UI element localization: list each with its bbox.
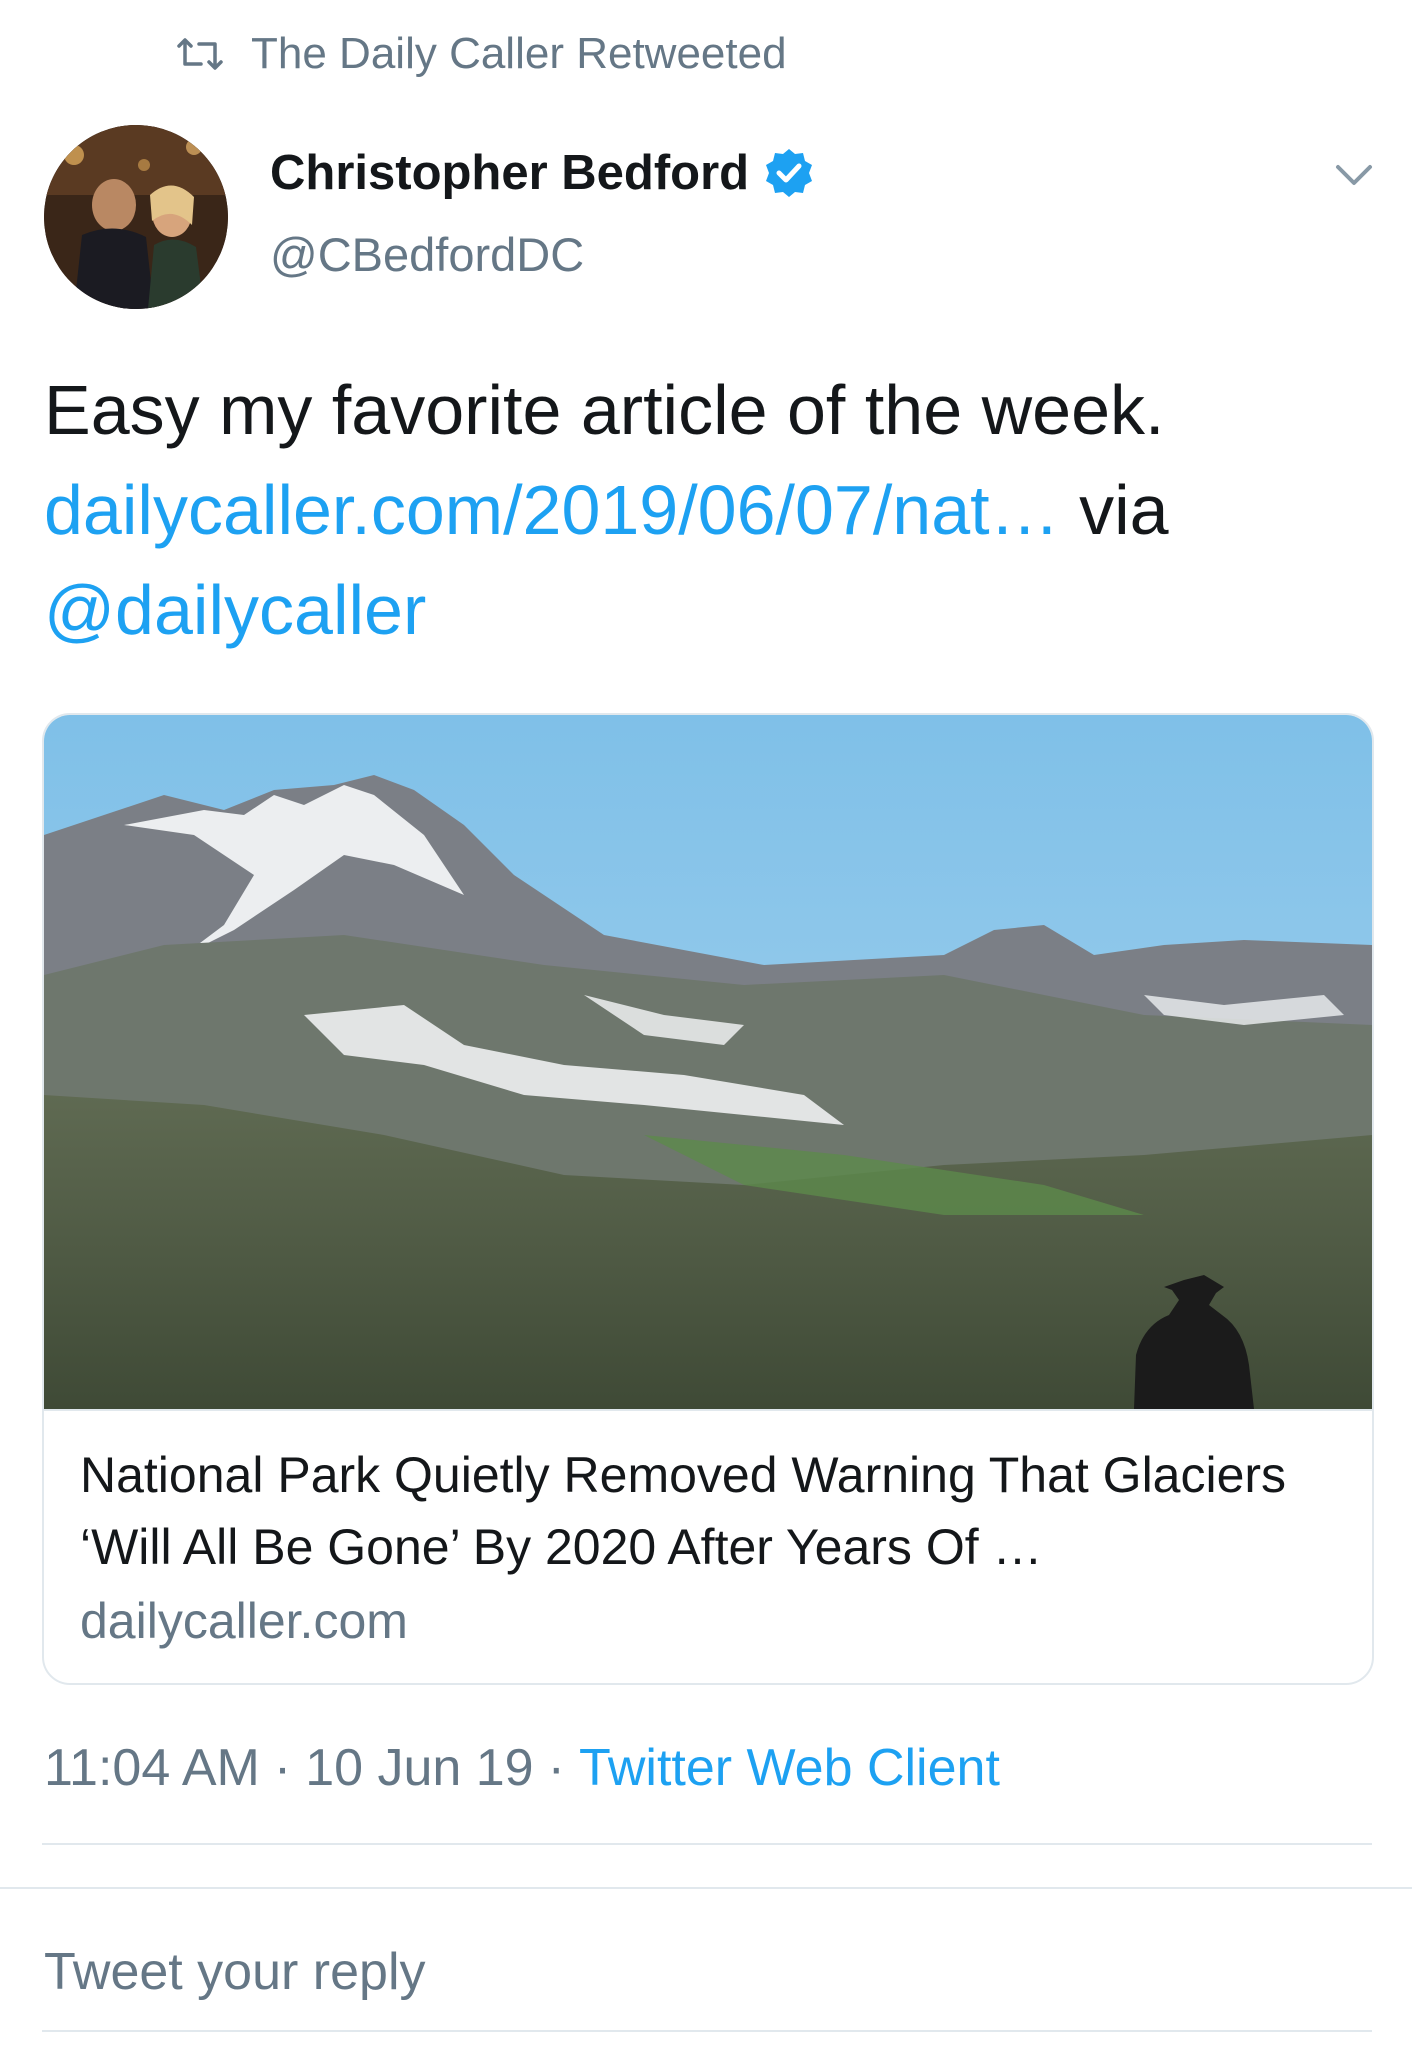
divider: [0, 1887, 1412, 1889]
tweet-date[interactable]: 10 Jun 19: [305, 1739, 533, 1797]
avatar[interactable]: [44, 125, 228, 309]
reply-input[interactable]: Tweet your reply: [44, 1942, 426, 2002]
link-card[interactable]: National Park Quietly Removed Warning Th…: [42, 713, 1374, 1685]
divider: [42, 1843, 1372, 1845]
tweet-time[interactable]: 11:04 AM: [44, 1739, 260, 1797]
tweet-text: Easy my favorite article of the week. da…: [44, 360, 1384, 660]
tweet-link[interactable]: dailycaller.com/2019/06/07/nat…: [44, 471, 1060, 549]
chevron-down-icon[interactable]: [1330, 155, 1378, 195]
author-handle[interactable]: @CBedfordDC: [270, 227, 815, 282]
card-image[interactable]: [44, 715, 1372, 1411]
tweet-client[interactable]: Twitter Web Client: [579, 1739, 1000, 1797]
meta-separator: ·: [273, 1739, 292, 1797]
tweet-meta: 11:04 AM · 10 Jun 19 · Twitter Web Client: [44, 1738, 1000, 1798]
tweet-via: via: [1079, 471, 1169, 549]
retweet-label[interactable]: The Daily Caller Retweeted: [251, 29, 787, 79]
avatar-photo: [44, 125, 228, 309]
author-block[interactable]: Christopher Bedford @CBedfordDC: [270, 145, 815, 282]
tweet-body: Easy my favorite article of the week.: [44, 371, 1165, 449]
card-domain: dailycaller.com: [80, 1593, 408, 1649]
card-body[interactable]: National Park Quietly Removed Warning Th…: [80, 1439, 1350, 1657]
author-name[interactable]: Christopher Bedford: [270, 145, 749, 201]
tweet-mention[interactable]: @dailycaller: [44, 571, 426, 649]
retweet-context: The Daily Caller Retweeted: [175, 28, 787, 80]
card-title[interactable]: National Park Quietly Removed Warning Th…: [80, 1439, 1350, 1583]
meta-separator: ·: [547, 1739, 565, 1797]
divider: [42, 2030, 1372, 2032]
verified-badge-icon: [766, 149, 813, 197]
retweet-icon: [177, 38, 223, 70]
